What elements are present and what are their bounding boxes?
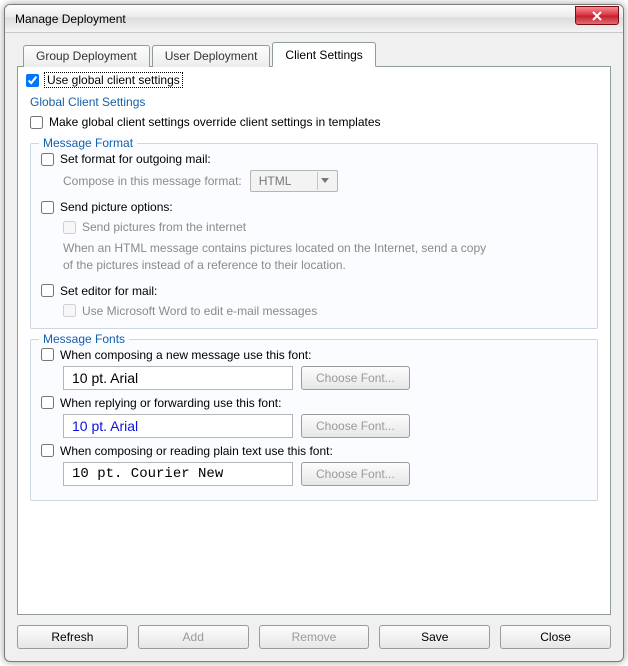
message-format-legend: Message Format bbox=[39, 136, 137, 150]
set-format-row[interactable]: Set format for outgoing mail: bbox=[41, 152, 587, 166]
send-pictures-internet-row[interactable]: Send pictures from the internet bbox=[63, 220, 587, 234]
compose-choose-font-button[interactable]: Choose Font... bbox=[301, 366, 410, 390]
override-checkbox[interactable] bbox=[30, 116, 43, 129]
plain-font-picker-row: 10 pt. Courier New Choose Font... bbox=[63, 462, 587, 486]
tab-content: Use global client settings Global Client… bbox=[17, 67, 611, 615]
send-picture-options-row[interactable]: Send picture options: bbox=[41, 200, 587, 214]
send-picture-options-label: Send picture options: bbox=[60, 200, 173, 214]
window-title: Manage Deployment bbox=[15, 12, 575, 26]
compose-font-label: When composing a new message use this fo… bbox=[60, 348, 311, 362]
reply-font-display: 10 pt. Arial bbox=[63, 414, 293, 438]
window-close-button[interactable] bbox=[575, 6, 619, 25]
set-editor-checkbox[interactable] bbox=[41, 284, 54, 297]
set-editor-row[interactable]: Set editor for mail: bbox=[41, 284, 587, 298]
close-button[interactable]: Close bbox=[500, 625, 611, 649]
reply-font-row[interactable]: When replying or forwarding use this fon… bbox=[41, 396, 587, 410]
override-label: Make global client settings override cli… bbox=[49, 115, 381, 129]
plain-font-row[interactable]: When composing or reading plain text use… bbox=[41, 444, 587, 458]
reply-font-picker-row: 10 pt. Arial Choose Font... bbox=[63, 414, 587, 438]
save-button[interactable]: Save bbox=[379, 625, 490, 649]
refresh-button[interactable]: Refresh bbox=[17, 625, 128, 649]
close-icon bbox=[592, 11, 602, 21]
compose-font-picker-row: 10 pt. Arial Choose Font... bbox=[63, 366, 587, 390]
window: Manage Deployment Group Deployment User … bbox=[4, 4, 624, 662]
compose-font-row[interactable]: When composing a new message use this fo… bbox=[41, 348, 587, 362]
send-pictures-help: When an HTML message contains pictures l… bbox=[63, 240, 493, 274]
override-row[interactable]: Make global client settings override cli… bbox=[30, 115, 602, 129]
message-format-group: Message Format Set format for outgoing m… bbox=[30, 143, 598, 329]
use-global-checkbox-row[interactable]: Use global client settings bbox=[26, 73, 602, 87]
tab-label: Group Deployment bbox=[36, 49, 137, 63]
plain-choose-font-button[interactable]: Choose Font... bbox=[301, 462, 410, 486]
add-button[interactable]: Add bbox=[138, 625, 249, 649]
use-word-label: Use Microsoft Word to edit e-mail messag… bbox=[82, 304, 317, 318]
compose-format-row: Compose in this message format: HTML bbox=[63, 170, 587, 192]
reply-font-checkbox[interactable] bbox=[41, 396, 54, 409]
use-global-label: Use global client settings bbox=[45, 73, 182, 87]
compose-format-select[interactable]: HTML bbox=[250, 170, 338, 192]
message-fonts-group: Message Fonts When composing a new messa… bbox=[30, 339, 598, 501]
compose-font-checkbox[interactable] bbox=[41, 348, 54, 361]
chevron-down-icon bbox=[317, 172, 333, 190]
use-global-checkbox[interactable] bbox=[26, 74, 39, 87]
plain-font-label: When composing or reading plain text use… bbox=[60, 444, 333, 458]
tab-strip: Group Deployment User Deployment Client … bbox=[17, 43, 611, 67]
reply-choose-font-button[interactable]: Choose Font... bbox=[301, 414, 410, 438]
dialog-body: Group Deployment User Deployment Client … bbox=[5, 33, 623, 615]
tab-client-settings[interactable]: Client Settings bbox=[272, 42, 375, 67]
set-format-label: Set format for outgoing mail: bbox=[60, 152, 211, 166]
compose-in-label: Compose in this message format: bbox=[63, 174, 242, 188]
reply-font-label: When replying or forwarding use this fon… bbox=[60, 396, 281, 410]
tab-label: User Deployment bbox=[165, 49, 258, 63]
tab-group-deployment[interactable]: Group Deployment bbox=[23, 45, 150, 67]
set-format-checkbox[interactable] bbox=[41, 153, 54, 166]
tab-label: Client Settings bbox=[285, 48, 362, 62]
send-pictures-internet-checkbox[interactable] bbox=[63, 221, 76, 234]
use-word-checkbox[interactable] bbox=[63, 304, 76, 317]
send-picture-options-checkbox[interactable] bbox=[41, 201, 54, 214]
message-fonts-legend: Message Fonts bbox=[39, 332, 129, 346]
titlebar: Manage Deployment bbox=[5, 5, 623, 33]
send-pictures-internet-label: Send pictures from the internet bbox=[82, 220, 246, 234]
remove-button[interactable]: Remove bbox=[259, 625, 370, 649]
plain-font-display: 10 pt. Courier New bbox=[63, 462, 293, 486]
use-word-row[interactable]: Use Microsoft Word to edit e-mail messag… bbox=[63, 304, 587, 318]
set-editor-label: Set editor for mail: bbox=[60, 284, 157, 298]
button-bar: Refresh Add Remove Save Close bbox=[5, 615, 623, 661]
compose-font-display: 10 pt. Arial bbox=[63, 366, 293, 390]
section-title: Global Client Settings bbox=[30, 95, 602, 109]
compose-format-value: HTML bbox=[259, 174, 292, 188]
plain-font-checkbox[interactable] bbox=[41, 444, 54, 457]
tab-user-deployment[interactable]: User Deployment bbox=[152, 45, 271, 67]
